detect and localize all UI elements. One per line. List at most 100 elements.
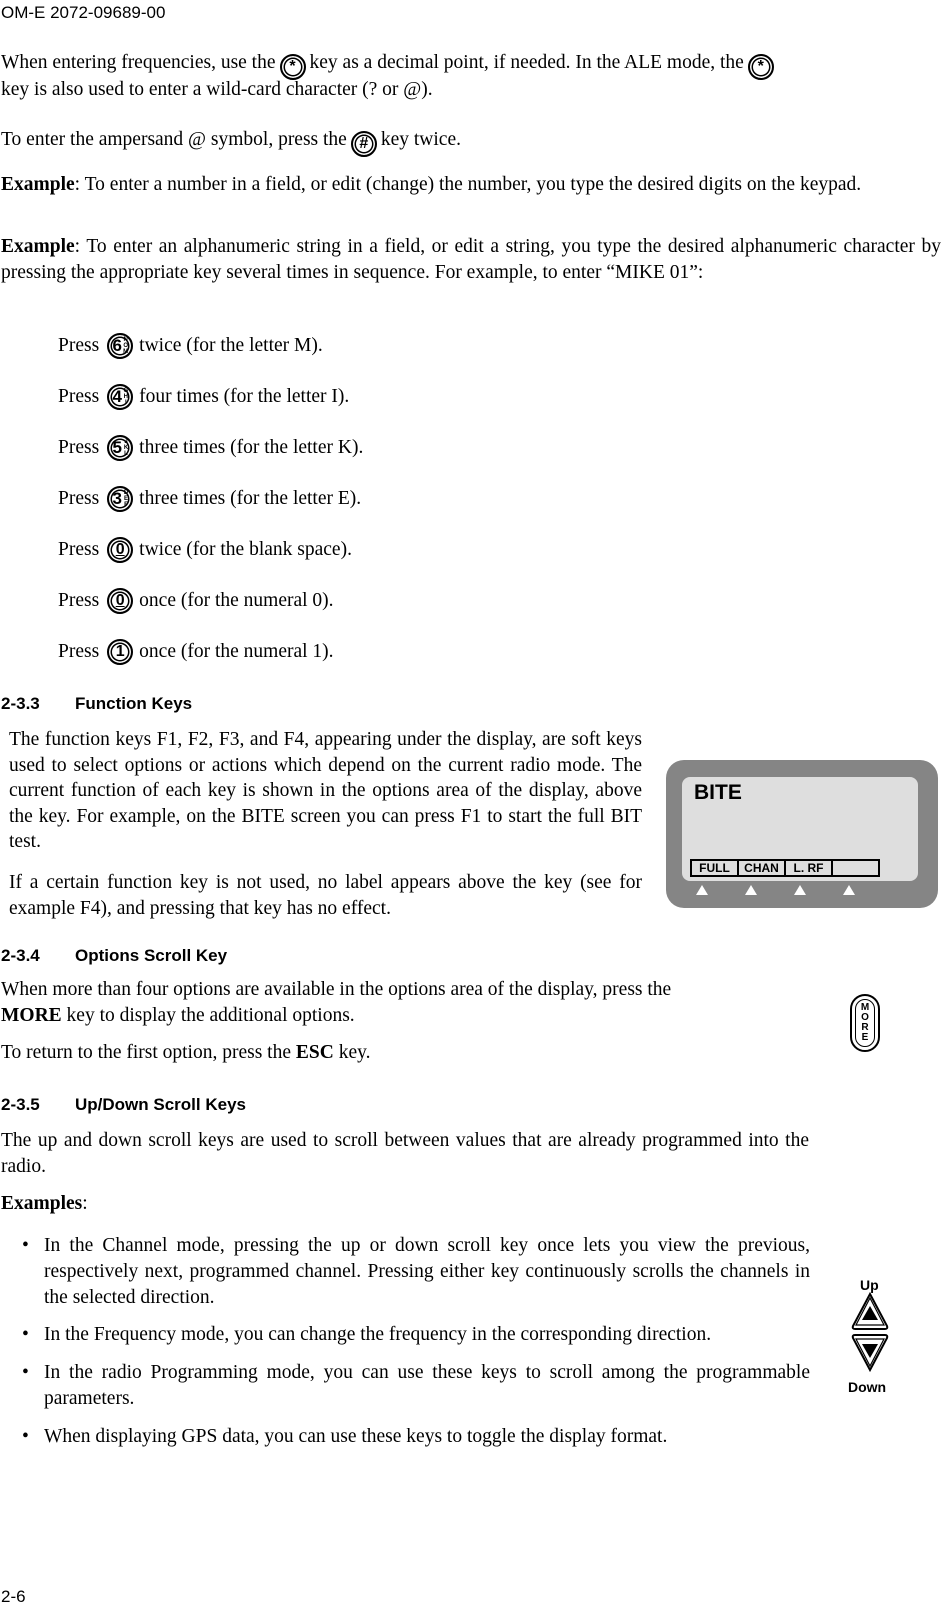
function-keys-paragraph-2: If a certain function key is not used, n… [9, 872, 642, 919]
page-number: 2-6 [1, 1587, 26, 1606]
key-letters: DEF [124, 490, 128, 508]
more-key-icon: M O R E [850, 994, 880, 1052]
key-digit: 0 [115, 541, 125, 558]
f1-arrow-icon [696, 885, 708, 895]
option-f1: FULL [692, 861, 739, 875]
press-step: Press 1 once (for the numeral 1). [58, 637, 334, 667]
section-heading-function-keys: 2-3.3 Function Keys [1, 691, 192, 717]
text: When entering frequencies, use the [1, 52, 276, 73]
press-step: Press 0 once (for the numeral 0). [58, 586, 334, 616]
f4-arrow-icon [843, 885, 855, 895]
display-title: BITE [694, 781, 742, 804]
keypad-key-0-icon: 0 [107, 588, 134, 614]
intro-paragraph-hash-key: To enter the ampersand @ symbol, press t… [1, 127, 941, 157]
key-letter: L [124, 451, 128, 457]
press-step: Press 6 N O Mtwice (for the letter M). [58, 331, 323, 361]
label: Examples [1, 1193, 83, 1214]
section-heading-updown-scroll: 2-3.5 Up/Down Scroll Keys [1, 1092, 246, 1118]
text: When more than four options are availabl… [1, 979, 672, 1000]
function-key-arrows [696, 885, 896, 897]
more-key-letters: M O R E [855, 999, 875, 1047]
key-glyph: * [289, 57, 296, 75]
text: key as a decimal point, if needed. In th… [309, 52, 744, 73]
press-prefix: Press [58, 488, 100, 509]
key-letters: NOM [123, 337, 128, 355]
press-prefix: Press [58, 335, 100, 356]
option-f2: CHAN [739, 861, 786, 875]
keypad-key-3-icon: 3DEF [107, 486, 134, 512]
example-label: Example [1, 174, 75, 195]
options-scroll-paragraph-2: To return to the first option, press the… [1, 1040, 801, 1066]
press-instruction: three times (for the letter E). [139, 488, 362, 509]
up-arrow-key-icon [851, 1292, 889, 1330]
keypad-key-0-icon: 0 [107, 537, 134, 563]
radio-display-illustration: BITE FULL CHAN L. RF [666, 760, 938, 908]
section-title: Function Keys [75, 694, 193, 713]
star-key-icon: * [279, 53, 306, 80]
press-instruction: three times (for the letter K). [139, 437, 364, 458]
f2-arrow-icon [745, 885, 757, 895]
text: key. [333, 1042, 371, 1063]
press-prefix: Press [58, 437, 100, 458]
options-scroll-paragraph-1: When more than four options are availabl… [1, 977, 801, 1029]
section-heading-options-scroll: 2-3.4 Options Scroll Key [1, 943, 227, 969]
document-id: OM-E 2072-09689-00 [1, 3, 166, 22]
option-f3: L. RF [786, 861, 833, 875]
text: key twice. [380, 129, 461, 150]
keypad-key-1-icon: 1 [107, 639, 134, 665]
keypad-key-6-icon: 6NOM [107, 333, 134, 359]
display-screen: BITE FULL CHAN L. RF [682, 777, 918, 881]
example-alphanumeric-entry: Example: To enter an alphanumeric string… [1, 234, 941, 286]
section-number: 2-3.4 [1, 946, 40, 965]
text: To enter the ampersand @ symbol, press t… [1, 129, 347, 150]
section-number: 2-3.3 [1, 694, 40, 713]
hash-key-icon: # [350, 130, 377, 157]
press-instruction: twice (for the blank space). [139, 539, 352, 560]
example-label: Example [1, 236, 75, 257]
bullet-icon: • [22, 1426, 29, 1447]
esc-key-label: ESC [295, 1042, 334, 1063]
press-instruction: twice (for the letter M). [139, 335, 323, 356]
key-glyph: # [359, 134, 369, 152]
bullet-icon: • [22, 1362, 29, 1383]
function-keys-paragraph-1: The function keys F1, F2, F3, and F4, ap… [9, 729, 642, 852]
section-title: Options Scroll Key [75, 946, 228, 965]
keypad-key-5-icon: 5JKL [107, 435, 134, 461]
text: key to display the additional options. [61, 1005, 355, 1026]
bullet-text: In the Channel mode, pressing the up or … [44, 1235, 810, 1308]
section-number: 2-3.5 [1, 1095, 40, 1114]
key-letters: JKL [124, 439, 128, 457]
key-letters: GHI [124, 388, 129, 406]
press-prefix: Press [58, 539, 100, 560]
key-glyph: * [757, 57, 764, 75]
bullet-icon: • [22, 1235, 29, 1256]
key-letter: M [123, 349, 129, 355]
updown-keys-illustration [851, 1292, 889, 1372]
examples-label: Examples: [1, 1191, 88, 1217]
press-prefix: Press [58, 386, 100, 407]
key-letter: I [125, 400, 127, 406]
keypad-key-4-icon: 4GHI [107, 384, 134, 410]
key-letter: F [124, 502, 128, 508]
press-instruction: once (for the numeral 0). [139, 590, 334, 611]
text: key is also used to enter a wild-card ch… [1, 78, 433, 100]
key-digit: 0 [115, 592, 125, 609]
more-key-label: MORE [1, 1005, 62, 1026]
options-area: FULL CHAN L. RF [690, 859, 880, 877]
bullet-text: When displaying GPS data, you can use th… [44, 1426, 668, 1447]
intro-paragraph-star-key: When entering frequencies, use the * key a… [1, 50, 941, 103]
key-digit: 3 [112, 489, 122, 508]
key-digit: 4 [112, 387, 122, 406]
colon: : [82, 1193, 88, 1214]
down-key-label: Down [848, 1379, 887, 1395]
press-prefix: Press [58, 590, 100, 611]
letter: E [861, 1032, 869, 1043]
key-digit: 6 [112, 336, 122, 355]
press-instruction: once (for the numeral 1). [139, 641, 334, 662]
press-prefix: Press [58, 641, 100, 662]
text: To return to the first option, press the [1, 1042, 296, 1063]
text: : To enter a number in a field, or edit … [74, 174, 862, 195]
press-step: Press 3 D E Fthree times (for the letter E). [58, 484, 361, 514]
down-arrow-key-icon [851, 1334, 889, 1372]
bullet-text: In the radio Programming mode, you can u… [44, 1362, 810, 1409]
